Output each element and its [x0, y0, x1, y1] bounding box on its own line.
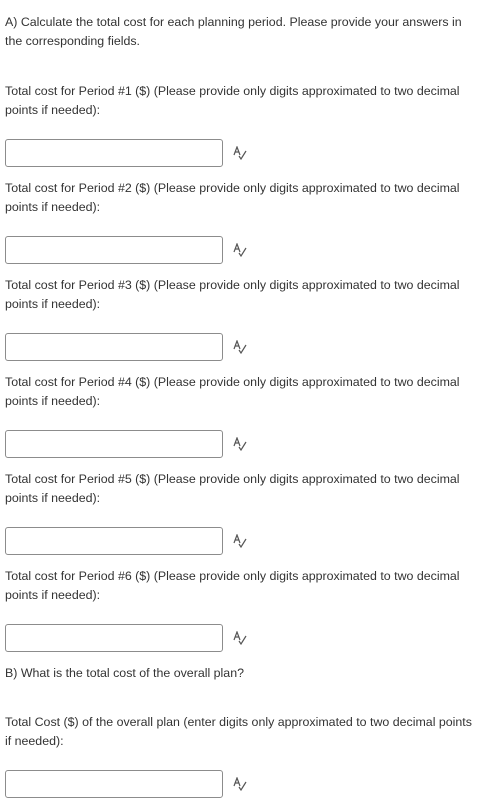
question-label-period-5: Total cost for Period #5 ($) (Please pro… — [5, 472, 460, 505]
answer-field-period-6[interactable] — [5, 624, 223, 652]
answer-field-period-4[interactable] — [5, 430, 223, 458]
spell-check-icon[interactable] — [233, 777, 247, 791]
part-a-intro: A) Calculate the total cost for each pla… — [5, 15, 462, 48]
spell-check-icon[interactable] — [233, 146, 247, 160]
spell-check-icon[interactable] — [233, 437, 247, 451]
answer-input-period-4[interactable] — [6, 431, 222, 457]
answer-field-period-2[interactable] — [5, 236, 223, 264]
answer-input-overall-total[interactable] — [6, 771, 222, 797]
question-label-period-3: Total cost for Period #3 ($) (Please pro… — [5, 278, 460, 311]
answer-input-period-5[interactable] — [6, 528, 222, 554]
answer-input-period-2[interactable] — [6, 237, 222, 263]
answer-input-period-6[interactable] — [6, 625, 222, 651]
question-label-period-1: Total cost for Period #1 ($) (Please pro… — [5, 84, 460, 117]
question-label-period-6: Total cost for Period #6 ($) (Please pro… — [5, 569, 460, 602]
question-label-period-4: Total cost for Period #4 ($) (Please pro… — [5, 375, 460, 408]
answer-input-period-3[interactable] — [6, 334, 222, 360]
spell-check-icon[interactable] — [233, 340, 247, 354]
part-b-intro: B) What is the total cost of the overall… — [5, 666, 244, 680]
spell-check-icon[interactable] — [233, 631, 247, 645]
question-label-overall-total: Total Cost ($) of the overall plan (ente… — [5, 715, 472, 748]
question-label-period-2: Total cost for Period #2 ($) (Please pro… — [5, 181, 460, 214]
answer-field-period-3[interactable] — [5, 333, 223, 361]
answer-input-period-1[interactable] — [6, 140, 222, 166]
answer-field-overall-total[interactable] — [5, 770, 223, 798]
answer-field-period-5[interactable] — [5, 527, 223, 555]
spell-check-icon[interactable] — [233, 243, 247, 257]
spell-check-icon[interactable] — [233, 534, 247, 548]
answer-field-period-1[interactable] — [5, 139, 223, 167]
